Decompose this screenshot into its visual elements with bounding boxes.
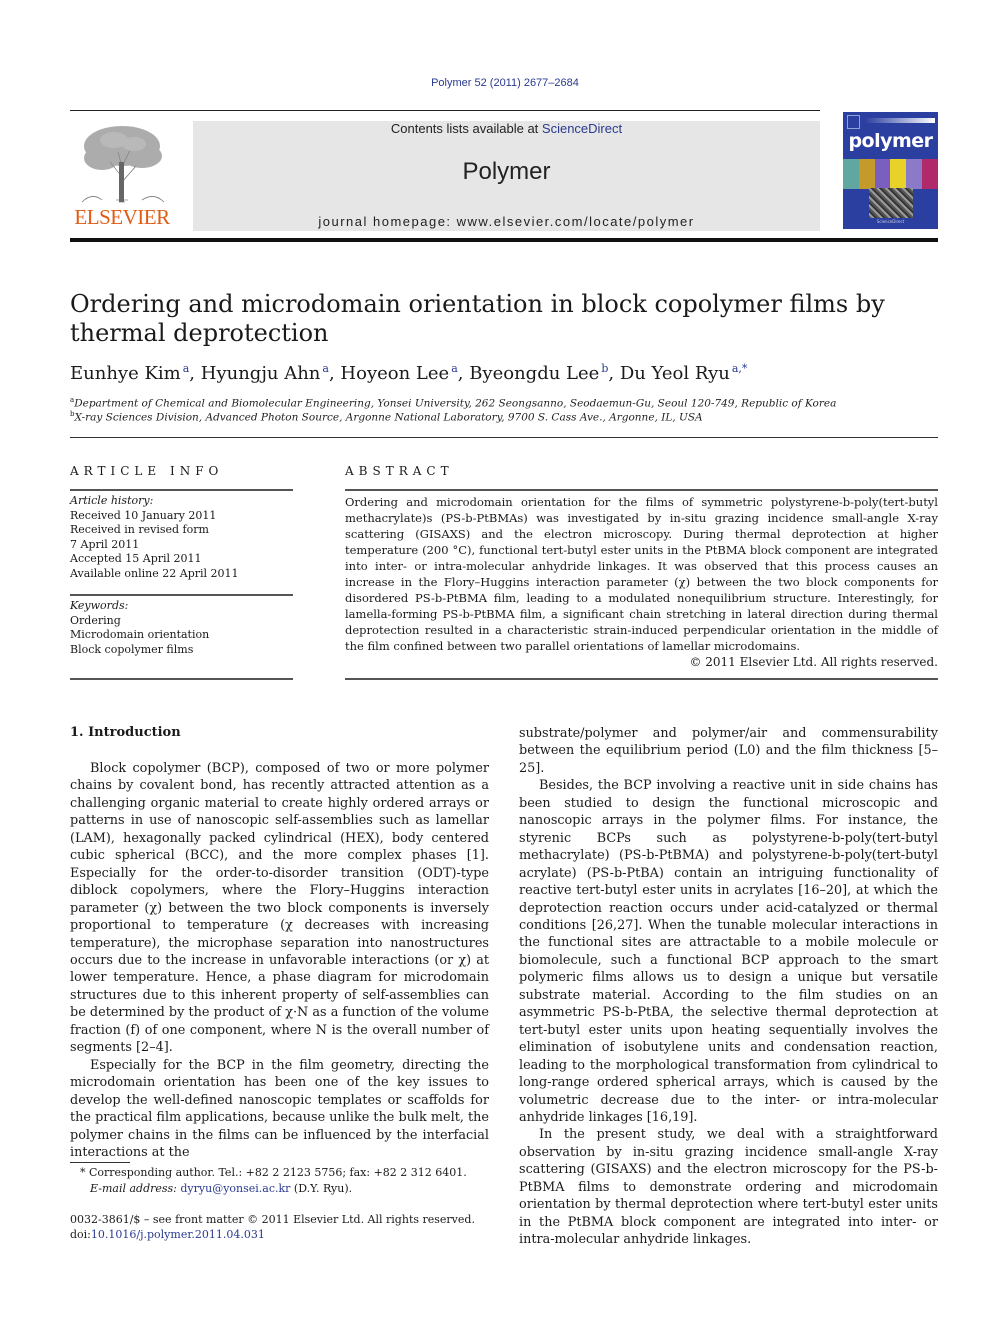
keyword-item: Microdomain orientation xyxy=(70,628,210,641)
cover-micrograph-tile xyxy=(922,159,938,189)
body-paragraph: Block copolymer (BCP), composed of two o… xyxy=(70,761,489,1056)
author-name: Eunhye Kim xyxy=(70,363,181,384)
affiliation-text: Department of Chemical and Biomolecular … xyxy=(74,397,837,410)
keyword-item: Ordering xyxy=(70,613,121,627)
email-link[interactable]: dyryu@yonsei.ac.kr xyxy=(180,1182,290,1195)
section-heading-introduction: 1. Introduction xyxy=(70,725,181,740)
contents-prefix: Contents lists available at xyxy=(390,121,542,136)
corresponding-author-text: * Corresponding author. Tel.: +82 2 2123… xyxy=(80,1166,467,1179)
journal-masthead: Contents lists available at ScienceDirec… xyxy=(193,121,820,231)
cover-micrograph-tile xyxy=(858,159,875,189)
keywords-rule xyxy=(70,594,293,596)
front-matter: 0032-3861/$ – see front matter © 2011 El… xyxy=(70,1212,500,1242)
journal-title: Polymer xyxy=(462,158,551,185)
article-info-bottom-rule xyxy=(70,678,293,680)
cover-micrograph-tile xyxy=(906,159,923,189)
elsevier-logo[interactable]: ELSEVIER xyxy=(70,120,182,232)
abstract-rule xyxy=(345,489,938,491)
cover-publisher-text: ScienceDirect xyxy=(876,219,905,224)
journal-homepage-link[interactable]: journal homepage: www.elsevier.com/locat… xyxy=(193,214,820,229)
author-name: Hoyeon Lee xyxy=(340,363,450,384)
history-item: 7 April 2011 xyxy=(70,537,140,551)
footnote-rule xyxy=(70,1162,130,1163)
abstract-copyright: © 2011 Elsevier Ltd. All rights reserved… xyxy=(689,655,938,669)
abstract-bottom-rule xyxy=(345,678,938,680)
history-item: Received 10 January 2011 xyxy=(70,508,217,522)
cover-title: polymer xyxy=(848,130,933,152)
doi-link[interactable]: 10.1016/j.polymer.2011.04.031 xyxy=(91,1228,265,1241)
cover-micrograph-tile xyxy=(843,159,859,189)
history-item: Available online 22 April 2011 xyxy=(70,566,239,580)
article-title: Ordering and microdomain orientation in … xyxy=(70,290,885,347)
cover-micrograph-tile xyxy=(890,159,907,189)
email-suffix: (D.Y. Ryu). xyxy=(290,1182,353,1195)
cover-gradient-bar xyxy=(865,118,935,123)
keywords-label: Keywords: xyxy=(70,599,129,612)
article-history: Article history: Received 10 January 201… xyxy=(70,494,295,581)
history-item: Received in revised form xyxy=(70,523,209,536)
author-name: Byeongdu Lee xyxy=(469,363,600,384)
abstract-heading: ABSTRACT xyxy=(345,464,454,478)
corresponding-author-footnote: * Corresponding author. Tel.: +82 2 2123… xyxy=(80,1165,500,1197)
author-name: Du Yeol Ryu xyxy=(619,363,730,384)
author-affiliation-link[interactable]: a,* xyxy=(732,362,748,375)
title-block-rule xyxy=(70,437,938,438)
body-paragraph: Besides, the BCP involving a reactive un… xyxy=(519,778,938,1125)
journal-cover-image[interactable]: polymer ScienceDirect xyxy=(843,112,938,229)
author-affiliation-link[interactable]: a xyxy=(451,362,458,375)
article-info-rule xyxy=(70,489,293,491)
body-left-column: Block copolymer (BCP), composed of two o… xyxy=(70,760,489,1161)
affiliation-text: X-ray Sciences Division, Advanced Photon… xyxy=(74,411,703,424)
body-right-column: substrate/polymer and polymer/air and co… xyxy=(519,725,938,1249)
cover-publisher-mark-icon xyxy=(847,115,860,129)
body-paragraph: Especially for the BCP in the film geome… xyxy=(70,1057,489,1160)
email-label: E-mail address: xyxy=(90,1182,181,1195)
front-matter-text: 0032-3861/$ – see front matter © 2011 El… xyxy=(70,1213,475,1226)
elsevier-wordmark: ELSEVIER xyxy=(74,205,170,229)
header-rule xyxy=(70,110,820,111)
body-paragraph: substrate/polymer and polymer/air and co… xyxy=(519,726,938,776)
keyword-item: Block copolymer films xyxy=(70,642,194,656)
abstract-text: Ordering and microdomain orientation for… xyxy=(345,495,938,653)
body-paragraph: In the present study, we deal with a str… xyxy=(519,1127,938,1248)
author-list: Eunhye Kim a, Hyungju Ahn a, Hoyeon Lee a, … xyxy=(70,362,748,384)
masthead-bottom-rule xyxy=(70,238,938,242)
history-item: Accepted 15 April 2011 xyxy=(70,552,202,565)
article-info-heading: ARTICLE INFO xyxy=(70,464,224,478)
affiliation-a: aDepartment of Chemical and Biomolecular… xyxy=(70,396,940,410)
contents-line: Contents lists available at ScienceDirec… xyxy=(193,121,820,136)
cover-sem-image xyxy=(869,188,913,218)
cover-micrograph-strip xyxy=(843,159,938,189)
doi-label: doi: xyxy=(70,1228,91,1241)
author-affiliation-link[interactable]: a xyxy=(322,362,329,375)
author-affiliation-link[interactable]: a xyxy=(183,362,190,375)
sciencedirect-link[interactable]: ScienceDirect xyxy=(542,121,622,136)
author-affiliation-link[interactable]: b xyxy=(601,362,608,375)
affiliation-b: bX-ray Sciences Division, Advanced Photo… xyxy=(70,410,940,424)
cover-micrograph-tile xyxy=(874,159,891,189)
keywords: Keywords: Ordering Microdomain orientati… xyxy=(70,599,295,657)
article-history-label: Article history: xyxy=(70,494,154,507)
elsevier-tree-icon xyxy=(72,122,172,204)
author-name: Hyungju Ahn xyxy=(200,363,321,384)
journal-citation[interactable]: Polymer 52 (2011) 2677–2684 xyxy=(0,77,992,89)
